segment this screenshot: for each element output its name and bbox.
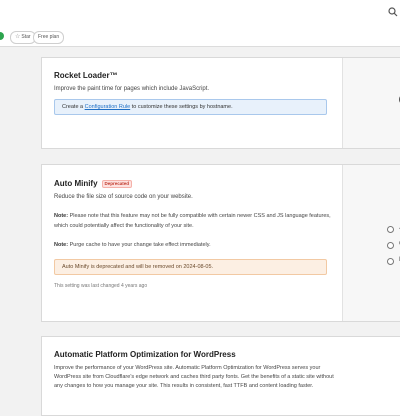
apo-title: Automatic Platform Optimization for Word…: [54, 350, 236, 359]
deprecation-warning: Auto Minify is deprecated and will be re…: [54, 259, 327, 275]
minify-css-checkbox[interactable]: [387, 242, 394, 249]
note-text: Purge cache to have your change take eff…: [68, 242, 211, 248]
compatibility-note: Note: Please note that this feature may …: [54, 212, 334, 231]
info-suffix: to customize these settings by hostname.: [130, 104, 233, 110]
apo-card: Automatic Platform Optimization for Word…: [41, 336, 400, 416]
note-label: Note:: [54, 242, 69, 248]
star-button[interactable]: ☆Star: [10, 31, 36, 44]
plan-badge[interactable]: Free plan: [33, 31, 65, 44]
auto-minify-title-text: Auto Minify: [54, 179, 98, 188]
minify-html-checkbox[interactable]: [387, 258, 394, 265]
configuration-rule-link[interactable]: Configuration Rule: [85, 104, 131, 110]
auto-minify-options-panel: J C H: [342, 165, 400, 321]
rocket-loader-card: Rocket Loader™ Improve the paint time fo…: [41, 57, 400, 149]
zone-subheader: ☆Star Free plan: [0, 28, 400, 47]
last-changed-text: This setting was last changed 4 years ag…: [54, 283, 148, 289]
auto-minify-title: Auto Minify Deprecated: [54, 179, 133, 188]
star-icon: ☆: [15, 34, 21, 40]
note-label: Note:: [54, 213, 69, 219]
configuration-rule-info: Create a Configuration Rule to customize…: [54, 99, 327, 115]
plan-label: Free plan: [38, 34, 60, 40]
star-label: Star: [21, 34, 31, 40]
deprecated-badge: Deprecated: [101, 179, 133, 188]
minify-javascript-checkbox[interactable]: [387, 226, 394, 233]
info-prefix: Create a: [62, 104, 85, 110]
auto-minify-description: Reduce the file size of source code on y…: [54, 194, 193, 200]
rocket-loader-description: Improve the paint time for pages which i…: [54, 86, 210, 92]
top-bar: [0, 0, 400, 29]
apo-description: Improve the performance of your WordPres…: [54, 365, 334, 389]
auto-minify-card: Auto Minify Deprecated Reduce the file si…: [41, 164, 400, 322]
rocket-loader-title: Rocket Loader™: [54, 71, 118, 80]
purge-cache-note: Note: Purge cache to have your change ta…: [54, 241, 334, 251]
status-dot: [0, 32, 4, 40]
note-text: Please note that this feature may not be…: [54, 213, 331, 229]
search-icon[interactable]: [388, 7, 398, 20]
rocket-loader-control-panel: [342, 58, 400, 148]
